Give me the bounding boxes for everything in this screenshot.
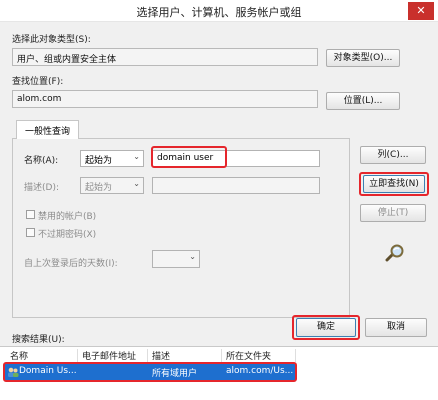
find-now-button[interactable]: 立即查找(N) <box>363 175 425 193</box>
description-input[interactable] <box>152 177 320 194</box>
title-bar: 选择用户、计算机、服务帐户或组 ✕ <box>0 0 438 22</box>
tab-common-queries[interactable]: 一般性查询 <box>16 120 80 139</box>
chevron-down-icon: ⌄ <box>189 252 196 261</box>
search-magnifier-icon <box>385 244 404 262</box>
name-mode-value: 起始为 <box>85 156 113 166</box>
name-input[interactable]: domain user <box>152 150 320 167</box>
row-description: 所有域用户 <box>152 369 198 379</box>
chevron-down-icon: ⌄ <box>133 179 140 188</box>
search-results-list[interactable]: 名称 电子邮件地址 描述 所在文件夹 Domain Us... 所有域用户 al… <box>0 346 438 400</box>
location-field: alom.com <box>12 90 318 108</box>
chevron-down-icon: ⌄ <box>133 152 140 161</box>
object-type-field: 用户、组或内置安全主体 <box>12 48 318 66</box>
non-expiring-password-checkbox[interactable] <box>26 228 35 237</box>
ok-button[interactable]: 确定 <box>296 318 356 337</box>
name-label: 名称(A): <box>24 156 59 166</box>
disabled-accounts-label: 禁用的帐户(B) <box>38 212 97 222</box>
description-label: 描述(D): <box>24 183 59 193</box>
stop-button[interactable]: 停止(T) <box>360 204 426 222</box>
description-mode-select[interactable]: 起始为 ⌄ <box>80 177 144 194</box>
column-header-name[interactable]: 名称 <box>6 349 78 362</box>
days-since-login-select[interactable]: ⌄ <box>152 250 200 268</box>
dialog-content: 选择此对象类型(S): 用户、组或内置安全主体 对象类型(O)... 查找位置(… <box>0 22 438 400</box>
cancel-button[interactable]: 取消 <box>365 318 427 337</box>
location-label: 查找位置(F): <box>12 77 64 87</box>
user-group-icon <box>8 367 19 377</box>
row-folder: alom.com/Us... <box>226 366 294 376</box>
column-header-description[interactable]: 描述 <box>148 349 222 362</box>
table-row[interactable]: Domain Us... 所有域用户 alom.com/Us... <box>5 364 295 380</box>
description-mode-value: 起始为 <box>85 183 113 193</box>
object-types-button[interactable]: 对象类型(O)... <box>326 49 400 67</box>
name-mode-select[interactable]: 起始为 ⌄ <box>80 150 144 167</box>
object-type-label: 选择此对象类型(S): <box>12 35 91 45</box>
search-results-label: 搜索结果(U): <box>12 335 65 345</box>
columns-button[interactable]: 列(C)... <box>360 146 426 164</box>
non-expiring-password-label: 不过期密码(X) <box>38 230 97 240</box>
column-header-folder[interactable]: 所在文件夹 <box>222 349 296 362</box>
disabled-accounts-checkbox[interactable] <box>26 210 35 219</box>
days-since-login-label: 自上次登录后的天数(I): <box>24 259 118 269</box>
close-button[interactable]: ✕ <box>408 2 434 20</box>
column-header-email[interactable]: 电子邮件地址 <box>78 349 148 362</box>
row-name: Domain Us... <box>19 366 77 376</box>
window-title: 选择用户、计算机、服务帐户或组 <box>136 6 302 19</box>
locations-button[interactable]: 位置(L)... <box>326 92 400 110</box>
